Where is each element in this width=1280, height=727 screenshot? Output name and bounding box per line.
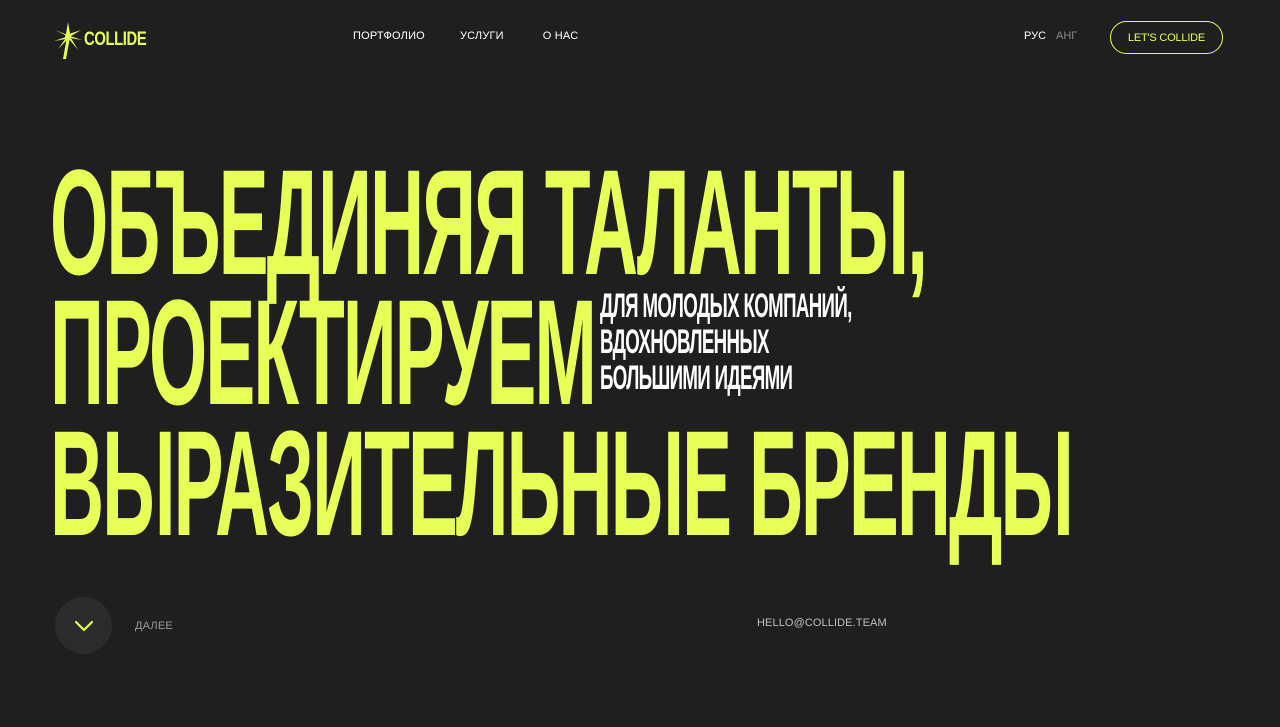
lang-ru[interactable]: РУС xyxy=(1024,30,1046,42)
main-nav: ПОРТФОЛИО УСЛУГИ О НАС xyxy=(353,30,613,42)
lang-en[interactable]: АНГ xyxy=(1056,30,1077,42)
logo-wordmark: COLLIDE xyxy=(84,29,147,50)
next-label: ДАЛЕЕ xyxy=(135,620,173,632)
page: COLLIDE ПОРТФОЛИО УСЛУГИ О НАС РУС АНГ L… xyxy=(0,0,1280,727)
lets-collide-button[interactable]: LET'S COLLIDE xyxy=(1110,21,1223,54)
chevron-down-icon xyxy=(74,620,93,631)
logo[interactable]: COLLIDE xyxy=(53,20,164,60)
tagline-line-1: ДЛЯ МОЛОДЫХ КОМПАНИЙ, xyxy=(600,287,852,325)
language-switcher: РУС АНГ xyxy=(1024,30,1077,42)
nav-item-about[interactable]: О НАС xyxy=(543,30,579,42)
tagline-line-2: ВДОХНОВЛЕННЫХ xyxy=(600,323,769,361)
nav-item-services[interactable]: УСЛУГИ xyxy=(460,30,504,42)
hero-line-3: ВЫРАЗИТЕЛЬНЫЕ БРЕНДЫ xyxy=(50,399,1074,567)
tagline-line-3: БОЛЬШИМИ ИДЕЯМИ xyxy=(600,359,793,397)
scroll-down-button[interactable] xyxy=(55,597,112,654)
hero-tagline: ДЛЯ МОЛОДЫХ КОМПАНИЙ, ВДОХНОВЛЕННЫХ БОЛЬ… xyxy=(600,288,852,396)
nav-item-portfolio[interactable]: ПОРТФОЛИО xyxy=(353,30,425,42)
contact-email-link[interactable]: HELLO@COLLIDE.TEAM xyxy=(757,617,887,629)
palm-star-icon xyxy=(54,22,82,59)
